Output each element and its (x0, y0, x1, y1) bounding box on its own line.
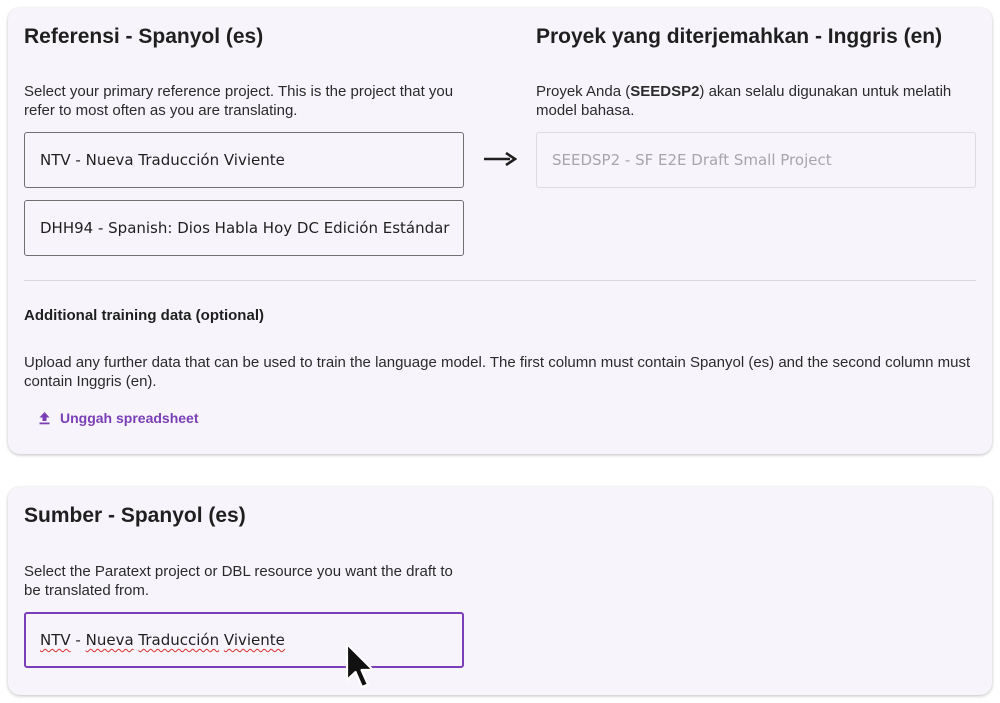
reference-description: Select your primary reference project. T… (24, 83, 454, 119)
translated-project-description: Proyek Anda (SEEDSP2) akan selalu diguna… (536, 82, 976, 120)
source-word-3: Viviente (223, 631, 285, 649)
source-word-1: Nueva (85, 631, 134, 649)
reference-title: Referensi - Spanyol (es) (24, 25, 264, 48)
source-project-value: NTV - Nueva Traducción Viviente (40, 631, 285, 649)
translated-desc-prefix: Proyek Anda ( (536, 83, 631, 100)
upload-icon (39, 412, 50, 425)
source-title: Sumber - Spanyol (es) (24, 504, 246, 527)
secondary-reference-value: DHH94 - Spanish: Dios Habla Hoy DC Edici… (40, 219, 450, 237)
additional-data-description: Upload any further data that can be used… (24, 354, 971, 390)
arrow-right-icon (484, 151, 517, 167)
source-description: Select the Paratext project or DBL resou… (24, 563, 453, 599)
mouse-pointer-icon (345, 642, 375, 689)
upload-spreadsheet-label: Unggah spreadsheet (60, 410, 199, 426)
source-card: Sumber - Spanyol (es) Select the Paratex… (8, 487, 992, 695)
source-word-2: Traducción (138, 631, 220, 649)
source-word-code: NTV (40, 631, 71, 649)
secondary-reference-select[interactable]: DHH94 - Spanish: Dios Habla Hoy DC Edici… (24, 200, 464, 256)
source-word-sep: - (70, 631, 86, 649)
section-divider (24, 280, 976, 281)
additional-data-title: Additional training data (optional) (24, 307, 264, 324)
primary-reference-value: NTV - Nueva Traducción Viviente (40, 151, 285, 169)
translated-project-title: Proyek yang diterjemahkan - Inggris (en) (536, 25, 943, 48)
upload-spreadsheet-button[interactable]: Unggah spreadsheet (38, 410, 198, 426)
translated-project-value: SEEDSP2 - SF E2E Draft Small Project (552, 151, 832, 169)
reference-card: Referensi - Spanyol (es) Select your pri… (8, 8, 992, 454)
translated-project-code: SEEDSP2 (630, 83, 700, 100)
primary-reference-select[interactable]: NTV - Nueva Traducción Viviente (24, 132, 464, 188)
translated-project-field: SEEDSP2 - SF E2E Draft Small Project (536, 132, 976, 188)
source-project-input[interactable]: NTV - Nueva Traducción Viviente (24, 612, 464, 668)
